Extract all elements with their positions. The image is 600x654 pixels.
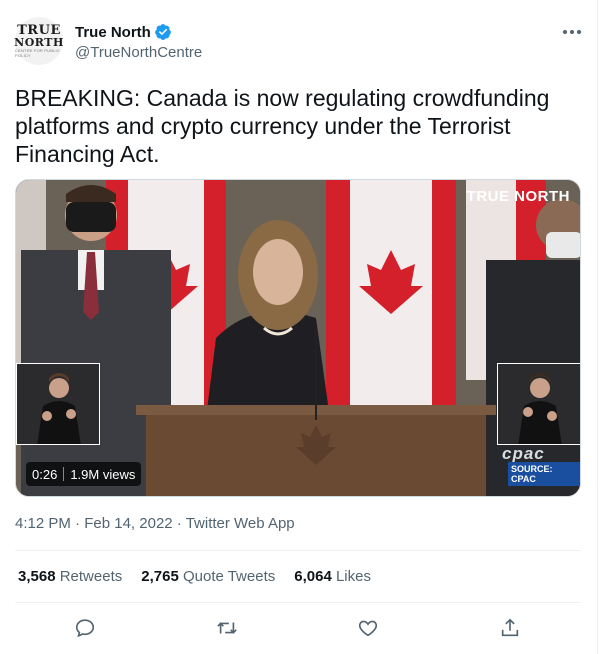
meta-separator: · [75,515,85,532]
retweets-label: Retweets [59,568,123,585]
retweets-stat[interactable]: 3,568 Retweets [18,568,122,585]
divider [15,550,581,551]
video-player[interactable]: TRUE NORTH cpac SOURCE: CPAC 0:26 1.9M v… [15,179,581,497]
likes-count: 6,064 [294,568,332,585]
author-handle[interactable]: @TrueNorthCentre [75,44,202,61]
author-name-row[interactable]: True North [75,23,172,41]
quote-tweets-count: 2,765 [141,568,179,585]
engagement-stats: 3,568 Retweets 2,765 Quote Tweets 6,064 … [18,568,371,585]
quote-tweets-stat[interactable]: 2,765 Quote Tweets [141,568,275,585]
author-display-name[interactable]: True North [75,24,151,41]
tweet-date[interactable]: Feb 14, 2022 [84,515,172,532]
video-stats-pill: 0:26 1.9M views [26,462,142,486]
broadcaster-logo: cpac [502,444,545,463]
video-watermark: TRUE NORTH [466,188,570,205]
source-credit: SOURCE: CPAC [508,462,580,486]
more-options-icon[interactable] [560,20,584,44]
action-bar [0,614,598,642]
verified-badge-icon [154,24,171,40]
pill-divider [63,467,65,481]
sign-language-interpreter-left [16,363,100,445]
meta-separator: · [176,515,186,532]
tweet-time[interactable]: 4:12 PM [15,515,71,532]
tweet-timestamp: 4:12 PM · Feb 14, 2022 · Twitter Web App [15,515,295,532]
reply-icon[interactable] [71,614,99,642]
likes-label: Likes [335,568,371,585]
tweet-client: Twitter Web App [185,515,295,532]
share-icon[interactable] [496,614,524,642]
retweet-icon[interactable] [213,614,241,642]
like-icon[interactable] [354,614,382,642]
tweet-text: BREAKING: Canada is now regulating crowd… [15,85,550,167]
retweets-count: 3,568 [18,568,56,585]
divider [15,602,581,603]
video-frame [16,180,580,496]
video-view-count: 1.9M views [70,466,136,482]
avatar[interactable]: TRUE NORTH CENTRE FOR PUBLIC POLICY [14,17,64,65]
avatar-logo-line2: NORTH [14,36,64,49]
likes-stat[interactable]: 6,064 Likes [294,568,371,585]
avatar-logo-line3: CENTRE FOR PUBLIC POLICY [15,48,60,58]
tweet-card: TRUE NORTH CENTRE FOR PUBLIC POLICY True… [0,0,598,654]
quote-tweets-label: Quote Tweets [182,568,276,585]
sign-language-interpreter-right [497,363,580,445]
video-duration: 0:26 [32,466,58,482]
